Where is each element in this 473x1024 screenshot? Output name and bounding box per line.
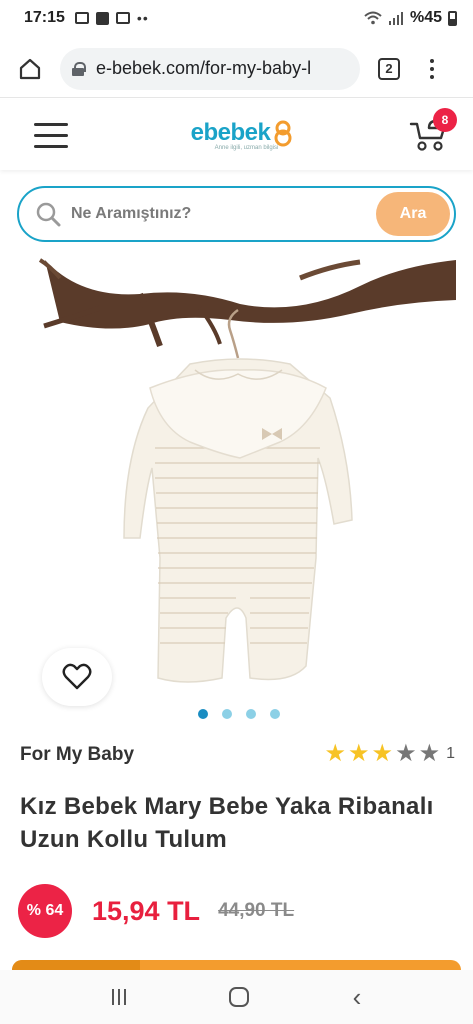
browser-menu-button[interactable] xyxy=(424,53,440,85)
battery-percent: %45 xyxy=(409,9,442,26)
search-bar: Ara xyxy=(17,186,456,242)
facebook-icon xyxy=(95,11,109,25)
product-rating[interactable]: ★ ★ ★ ★ ★ 1 xyxy=(325,742,455,766)
more-notifications-icon: •• xyxy=(136,10,149,26)
site-header: ebebek Anne ilgili, uzman bilgisi 8 xyxy=(0,100,473,170)
carousel-dot[interactable] xyxy=(197,709,208,719)
wifi-icon xyxy=(364,11,382,25)
star-filled-icon: ★ xyxy=(371,740,394,767)
star-empty-icon: ★ xyxy=(418,740,441,767)
system-home-button[interactable] xyxy=(229,987,250,1007)
search-input[interactable] xyxy=(71,205,376,223)
menu-dot xyxy=(430,74,434,79)
product-photo xyxy=(38,258,456,683)
logo-text: ebebek xyxy=(190,119,271,146)
product-image-carousel[interactable] xyxy=(0,258,473,706)
system-nav-bar: ‹ xyxy=(0,970,473,1024)
logo-tagline: Anne ilgili, uzman bilgisi xyxy=(214,145,279,151)
menu-dot xyxy=(430,66,434,71)
carousel-dot[interactable] xyxy=(221,709,232,719)
status-time: 17:15 xyxy=(24,9,65,26)
heart-icon xyxy=(62,663,92,690)
url-text: e-bebek.com/for-my-baby-l xyxy=(96,58,312,78)
address-bar[interactable]: e-bebek.com/for-my-baby-l xyxy=(60,47,360,90)
old-price: 44,90 TL xyxy=(218,900,295,921)
discount-badge: % 64 xyxy=(18,884,72,938)
home-icon xyxy=(19,58,41,79)
battery-icon xyxy=(448,10,457,26)
logo-row: ebebek xyxy=(191,119,295,147)
site-logo[interactable]: ebebek Anne ilgili, uzman bilgisi xyxy=(191,119,295,151)
home-button[interactable] xyxy=(10,49,50,89)
current-price: 15,94 TL xyxy=(92,895,201,926)
product-title: Kız Bebek Mary Bebe Yaka Ribanalı Uzun K… xyxy=(20,793,434,853)
back-button[interactable]: ‹ xyxy=(353,984,362,1010)
lock-icon xyxy=(72,61,86,76)
star-filled-icon: ★ xyxy=(324,740,347,767)
carousel-dot[interactable] xyxy=(245,709,256,719)
logo-mark-icon xyxy=(274,120,292,147)
price-row: % 64 15,94 TL 44,90 TL xyxy=(18,884,294,938)
recent-line xyxy=(117,989,120,1005)
screen-icon xyxy=(115,12,130,24)
recent-line xyxy=(111,989,114,1005)
carousel-dot[interactable] xyxy=(269,709,280,719)
star-filled-icon: ★ xyxy=(348,740,370,767)
tab-switcher-button[interactable]: 2 xyxy=(378,57,400,80)
hamburger-line xyxy=(34,122,68,126)
notification-icons: •• xyxy=(74,10,149,26)
rating-count: 1 xyxy=(446,745,455,762)
recent-apps-button[interactable] xyxy=(111,989,126,1005)
hamburger-menu-button[interactable] xyxy=(34,122,68,148)
cart-button[interactable]: 8 xyxy=(409,108,457,152)
signal-icon xyxy=(388,12,403,25)
star-empty-icon: ★ xyxy=(395,740,417,767)
browser-toolbar: e-bebek.com/for-my-baby-l 2 xyxy=(0,40,473,98)
menu-dot xyxy=(430,58,434,63)
carousel-indicators xyxy=(0,709,473,719)
recent-line xyxy=(123,989,126,1005)
status-bar: 17:15 •• %45 xyxy=(0,0,473,36)
hamburger-line xyxy=(34,133,68,137)
search-button[interactable]: Ara xyxy=(376,192,450,236)
favorite-button[interactable] xyxy=(42,648,112,706)
status-right: %45 xyxy=(364,9,457,27)
search-icon xyxy=(36,202,61,227)
hamburger-line xyxy=(34,144,68,148)
gallery-icon xyxy=(74,12,89,24)
product-brand[interactable]: For My Baby xyxy=(20,744,134,766)
cart-count-badge: 8 xyxy=(433,108,457,132)
